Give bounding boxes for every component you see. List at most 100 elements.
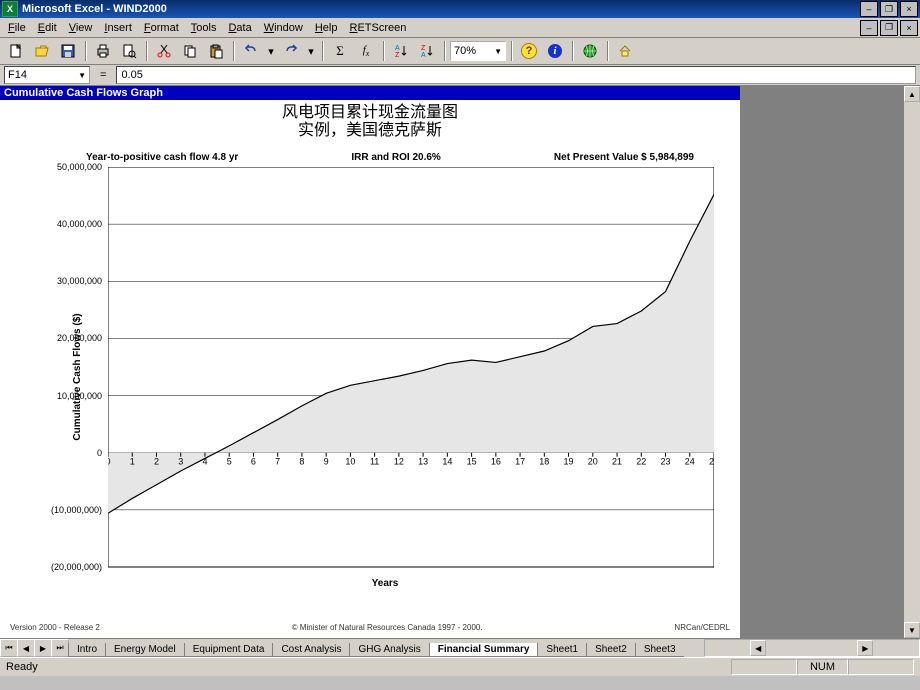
svg-text:14: 14: [442, 457, 452, 467]
function-button[interactable]: fx: [354, 39, 378, 63]
y-ticks: (20,000,000)(10,000,000)010,000,00020,00…: [56, 167, 104, 567]
sort-desc-button[interactable]: ZA: [415, 39, 439, 63]
name-box[interactable]: F14▼: [4, 66, 90, 84]
tab-energy-model[interactable]: Energy Model: [105, 643, 185, 657]
menu-data[interactable]: Data: [222, 21, 257, 35]
print-button[interactable]: [91, 39, 115, 63]
svg-text:1: 1: [130, 457, 135, 467]
retscreen-info-button[interactable]: i: [543, 39, 567, 63]
sheet-tabs-bar: ⏮ ◀ ▶ ⏭ IntroEnergy ModelEquipment DataC…: [0, 638, 920, 657]
window-title: Microsoft Excel - WIND2000: [22, 3, 167, 15]
undo-button[interactable]: [239, 39, 263, 63]
sheet-area: Cumulative Cash Flows Graph 风电项目累计现金流量图 …: [0, 86, 740, 638]
svg-text:11: 11: [370, 457, 379, 467]
svg-text:4: 4: [202, 457, 207, 467]
tab-last-button[interactable]: ⏭: [51, 639, 69, 657]
autosum-button[interactable]: Σ: [328, 39, 352, 63]
restore-button[interactable]: ❐: [880, 1, 898, 17]
menu-tools[interactable]: Tools: [185, 21, 223, 35]
menu-edit[interactable]: Edit: [32, 21, 63, 35]
child-minimize-button[interactable]: –: [860, 20, 878, 36]
y-tick: 30,000,000: [57, 276, 102, 286]
y-tick: 20,000,000: [57, 333, 102, 343]
minimize-button[interactable]: –: [860, 1, 878, 17]
footer-copyright: © Minister of Natural Resources Canada 1…: [292, 623, 483, 632]
tab-ghg-analysis[interactable]: GHG Analysis: [349, 643, 429, 657]
svg-text:Z: Z: [395, 52, 400, 59]
equals-icon: =: [94, 69, 112, 81]
close-button[interactable]: ×: [900, 1, 918, 17]
svg-text:12: 12: [394, 457, 404, 467]
scroll-right-icon[interactable]: ▶: [857, 640, 873, 656]
child-restore-button[interactable]: ❐: [880, 20, 898, 36]
svg-text:A: A: [421, 52, 426, 59]
titlebar: X Microsoft Excel - WIND2000 – ❐ ×: [0, 0, 920, 18]
svg-text:20: 20: [588, 457, 598, 467]
excel-icon: X: [2, 1, 18, 17]
help-button[interactable]: ?: [517, 39, 541, 63]
y-tick: 0: [97, 448, 102, 458]
tab-equipment-data[interactable]: Equipment Data: [184, 643, 274, 657]
svg-text:22: 22: [636, 457, 646, 467]
sort-asc-button[interactable]: AZ: [389, 39, 413, 63]
sheet-section-header: Cumulative Cash Flows Graph: [0, 86, 740, 100]
child-close-button[interactable]: ×: [900, 20, 918, 36]
menu-insert[interactable]: Insert: [98, 21, 138, 35]
vertical-scrollbar[interactable]: ▲ ▼: [903, 86, 920, 638]
new-button[interactable]: [4, 39, 28, 63]
menu-format[interactable]: Format: [138, 21, 185, 35]
svg-text:23: 23: [661, 457, 671, 467]
menu-view[interactable]: View: [63, 21, 99, 35]
footer-version: Version 2000 - Release 2: [10, 623, 100, 632]
print-preview-button[interactable]: [117, 39, 141, 63]
copy-button[interactable]: [178, 39, 202, 63]
svg-text:5: 5: [227, 457, 232, 467]
menu-retscreen[interactable]: RETScreen: [343, 21, 412, 35]
tab-intro[interactable]: Intro: [68, 643, 106, 657]
svg-text:A: A: [395, 45, 400, 52]
svg-text:18: 18: [539, 457, 549, 467]
cut-button[interactable]: [152, 39, 176, 63]
status-numlock: NUM: [797, 659, 848, 675]
info-npv: Net Present Value $ 5,984,899: [554, 152, 694, 163]
sheet-footer: Version 2000 - Release 2 © Minister of N…: [0, 623, 740, 632]
chart-info-row: Year-to-positive cash flow 4.8 yr IRR an…: [86, 152, 694, 163]
svg-text:10: 10: [345, 457, 355, 467]
zoom-select[interactable]: 70%▼: [450, 41, 506, 61]
y-tick: 10,000,000: [57, 391, 102, 401]
redo-dropdown[interactable]: ▾: [305, 39, 317, 63]
scroll-down-icon[interactable]: ▼: [904, 622, 920, 638]
formula-value[interactable]: 0.05: [116, 66, 916, 84]
tab-cost-analysis[interactable]: Cost Analysis: [272, 643, 350, 657]
redo-button[interactable]: [279, 39, 303, 63]
scroll-left-icon[interactable]: ◀: [750, 640, 766, 656]
home-button[interactable]: [613, 39, 637, 63]
horizontal-scrollbar[interactable]: ◀ ▶: [704, 639, 920, 657]
web-button[interactable]: [578, 39, 602, 63]
y-tick: (10,000,000): [51, 505, 102, 515]
menu-window[interactable]: Window: [258, 21, 309, 35]
open-button[interactable]: [30, 39, 54, 63]
zoom-value: 70%: [454, 45, 476, 57]
tab-sheet2[interactable]: Sheet2: [586, 643, 636, 657]
chart-title-line2: 实例，美国德克萨斯: [6, 122, 734, 140]
tab-financial-summary[interactable]: Financial Summary: [429, 643, 539, 657]
y-tick: 50,000,000: [57, 162, 102, 172]
menu-help[interactable]: Help: [309, 21, 344, 35]
child-window-controls: – ❐ ×: [858, 20, 918, 36]
tab-sheet1[interactable]: Sheet1: [537, 643, 587, 657]
formula-bar: F14▼ = 0.05: [0, 65, 920, 86]
svg-text:9: 9: [324, 457, 329, 467]
save-button[interactable]: [56, 39, 80, 63]
statusbar: Ready NUM: [0, 657, 920, 676]
status-cell-blank2: [848, 659, 914, 675]
tab-sheet3[interactable]: Sheet3: [635, 643, 684, 657]
menu-file[interactable]: File: [2, 21, 32, 35]
tab-next-button[interactable]: ▶: [34, 639, 52, 657]
undo-dropdown[interactable]: ▾: [265, 39, 277, 63]
paste-button[interactable]: [204, 39, 228, 63]
tab-prev-button[interactable]: ◀: [17, 639, 35, 657]
svg-text:6: 6: [251, 457, 256, 467]
tab-first-button[interactable]: ⏮: [0, 639, 18, 657]
scroll-up-icon[interactable]: ▲: [904, 86, 920, 102]
